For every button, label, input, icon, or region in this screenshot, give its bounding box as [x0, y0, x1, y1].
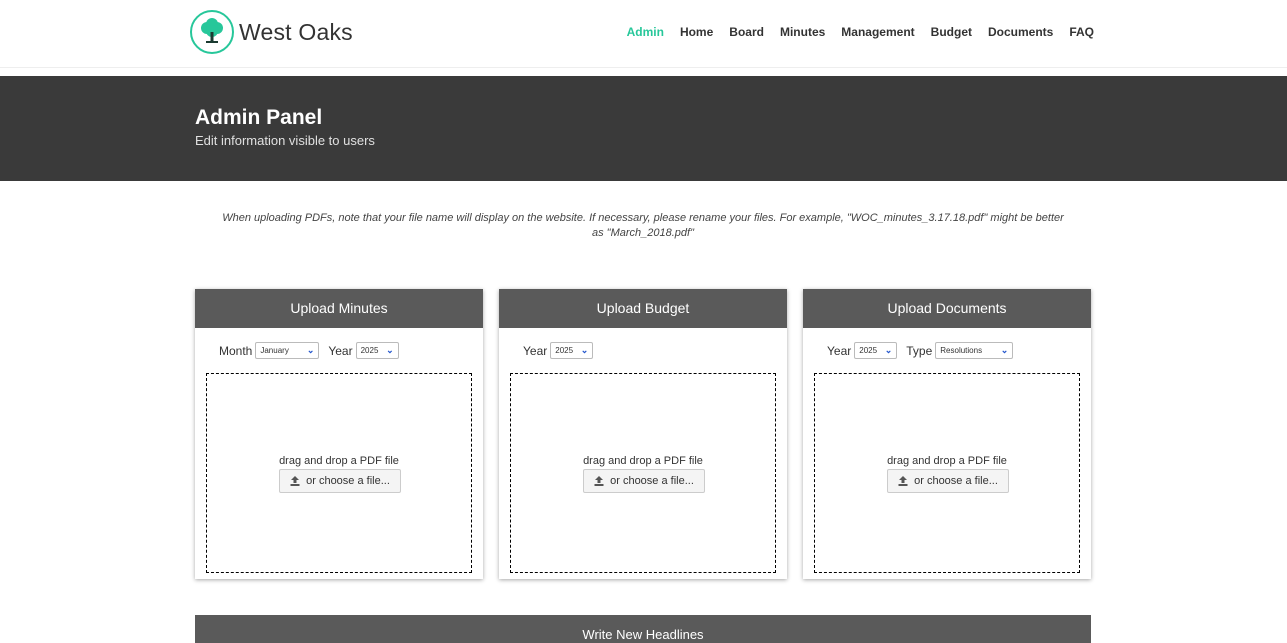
choose-file-button[interactable]: or choose a file... — [279, 469, 401, 493]
brand-name: West Oaks — [239, 18, 353, 45]
month-select-value: January — [260, 346, 289, 355]
month-label: Month — [219, 343, 253, 358]
page-banner: Admin Panel Edit information visible to … — [0, 76, 1287, 181]
choose-file-button[interactable]: or choose a file... — [887, 469, 1009, 493]
nav-minutes[interactable]: Minutes — [780, 25, 825, 39]
year-select[interactable]: 2025 ⌄ — [550, 342, 594, 359]
chevron-down-icon: ⌄ — [884, 345, 893, 355]
card-title: Upload Budget — [499, 289, 787, 328]
type-select-value: Resolutions — [940, 346, 983, 355]
nav-admin[interactable]: Admin — [627, 25, 664, 39]
year-label: Year — [328, 343, 353, 358]
upload-icon — [594, 476, 604, 486]
page-title: Admin Panel — [195, 106, 323, 129]
chevron-down-icon: ⌄ — [580, 345, 589, 355]
choose-file-label: or choose a file... — [610, 475, 694, 487]
choose-file-label: or choose a file... — [914, 475, 998, 487]
main-nav: Admin Home Board Minutes Management Budg… — [611, 25, 1094, 39]
choose-file-label: or choose a file... — [306, 475, 390, 487]
nav-board[interactable]: Board — [729, 25, 764, 39]
chevron-down-icon: ⌄ — [386, 345, 394, 355]
nav-documents[interactable]: Documents — [988, 25, 1053, 39]
choose-file-button[interactable]: or choose a file... — [583, 469, 705, 493]
upload-budget-card: Upload Budget Year 2025 ⌄ drag and drop a… — [499, 289, 787, 579]
top-navbar: West Oaks Admin Home Board Minutes Manag… — [0, 0, 1287, 68]
write-headlines-header: Write New Headlines — [195, 615, 1091, 643]
year-label: Year — [523, 343, 548, 358]
nav-home[interactable]: Home — [680, 25, 713, 39]
dropzone-text: drag and drop a PDF file — [887, 455, 1007, 467]
card-title: Upload Minutes — [195, 289, 483, 328]
pdf-dropzone[interactable]: drag and drop a PDF file or choose a fil… — [510, 373, 776, 573]
brand[interactable]: West Oaks — [190, 10, 353, 54]
pdf-dropzone[interactable]: drag and drop a PDF file or choose a fil… — [206, 373, 472, 573]
year-select[interactable]: 2025 ⌄ — [355, 342, 399, 359]
upload-notice: When uploading PDFs, note that your file… — [222, 212, 1064, 239]
documents-controls: Year 2025 ⌄ Type Resolutions ⌄ — [827, 342, 1022, 359]
tree-logo-icon — [190, 10, 234, 54]
type-label: Type — [906, 343, 933, 358]
upload-icon — [898, 476, 908, 486]
page-subtitle: Edit information visible to users — [195, 133, 375, 148]
nav-faq[interactable]: FAQ — [1069, 25, 1094, 39]
chevron-down-icon: ⌄ — [1000, 345, 1009, 355]
dropzone-text: drag and drop a PDF file — [583, 455, 703, 467]
year-label: Year — [827, 343, 852, 358]
nav-management[interactable]: Management — [841, 25, 914, 39]
year-select-value: 2025 — [859, 346, 878, 355]
year-select-value: 2025 — [360, 346, 379, 355]
budget-controls: Year 2025 ⌄ — [523, 342, 602, 359]
type-select[interactable]: Resolutions ⌄ — [935, 342, 1014, 359]
nav-budget[interactable]: Budget — [931, 25, 972, 39]
upload-documents-card: Upload Documents Year 2025 ⌄ Type Resolut… — [803, 289, 1091, 579]
chevron-down-icon: ⌄ — [306, 345, 315, 355]
year-select[interactable]: 2025 ⌄ — [854, 342, 898, 359]
dropzone-text: drag and drop a PDF file — [279, 455, 399, 467]
card-title: Upload Documents — [803, 289, 1091, 328]
upload-icon — [290, 476, 300, 486]
upload-minutes-card: Upload Minutes Month January ⌄ Year 2025 ⌄… — [195, 289, 483, 579]
year-select-value: 2025 — [555, 346, 574, 355]
pdf-dropzone[interactable]: drag and drop a PDF file or choose a fil… — [814, 373, 1080, 573]
minutes-controls: Month January ⌄ Year 2025 ⌄ — [219, 342, 408, 359]
month-select[interactable]: January ⌄ — [255, 342, 320, 359]
